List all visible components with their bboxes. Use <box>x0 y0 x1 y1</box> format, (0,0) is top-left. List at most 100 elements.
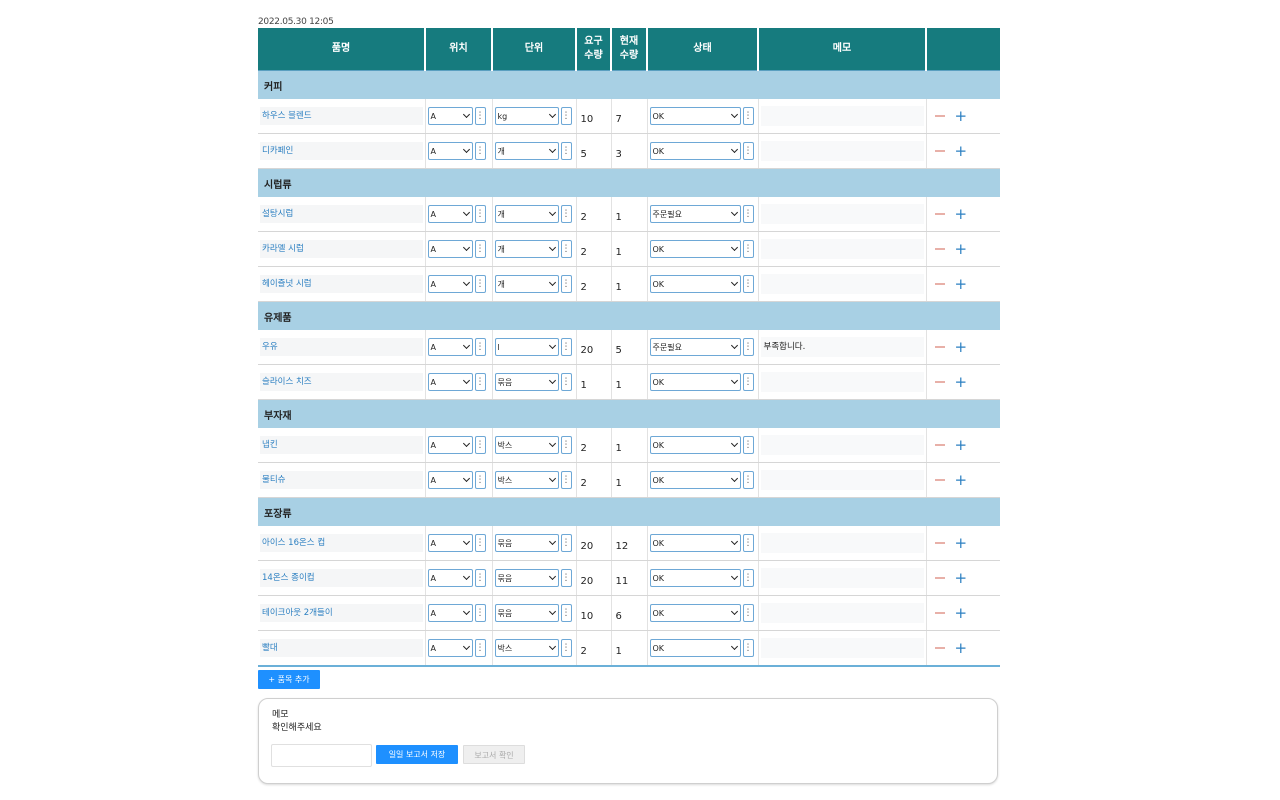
location-select[interactable]: A <box>427 142 473 160</box>
item-name-link[interactable]: 14온스 종이컵 <box>260 569 423 587</box>
more-options-icon[interactable]: ⋮ <box>742 471 754 489</box>
more-options-icon[interactable]: ⋮ <box>560 569 572 587</box>
report-input[interactable] <box>271 744 372 767</box>
item-name-link[interactable]: 디카페인 <box>260 142 423 160</box>
status-select[interactable]: OK <box>649 534 741 552</box>
save-daily-report-button[interactable]: 일일 보고서 저장 <box>376 745 458 764</box>
location-select[interactable]: A <box>427 534 473 552</box>
memo-input[interactable] <box>760 533 924 553</box>
more-options-icon[interactable]: ⋮ <box>742 205 754 223</box>
location-select[interactable]: A <box>427 569 473 587</box>
current-qty-input[interactable]: 1 <box>612 380 622 391</box>
plus-icon[interactable]: + <box>955 375 968 390</box>
unit-select[interactable]: 개 <box>494 275 559 293</box>
plus-icon[interactable]: + <box>955 144 968 159</box>
location-select[interactable]: A <box>427 338 473 356</box>
location-select[interactable]: A <box>427 205 473 223</box>
more-options-icon[interactable]: ⋮ <box>474 569 486 587</box>
memo-input[interactable] <box>760 141 924 161</box>
plus-icon[interactable]: + <box>955 473 968 488</box>
more-options-icon[interactable]: ⋮ <box>474 275 486 293</box>
minus-icon[interactable] <box>934 346 945 348</box>
memo-input[interactable] <box>760 603 924 623</box>
location-select[interactable]: A <box>427 639 473 657</box>
item-name-link[interactable]: 슬라이스 치즈 <box>260 373 423 391</box>
current-qty-input[interactable]: 5 <box>612 345 622 356</box>
memo-input[interactable] <box>760 435 924 455</box>
more-options-icon[interactable]: ⋮ <box>560 471 572 489</box>
current-qty-input[interactable]: 1 <box>612 247 622 258</box>
status-select[interactable]: 주문필요 <box>649 205 741 223</box>
more-options-icon[interactable]: ⋮ <box>742 639 754 657</box>
plus-icon[interactable]: + <box>955 571 968 586</box>
item-name-link[interactable]: 설탕시럽 <box>260 205 423 223</box>
more-options-icon[interactable]: ⋮ <box>474 373 486 391</box>
status-select[interactable]: OK <box>649 275 741 293</box>
unit-select[interactable]: l <box>494 338 559 356</box>
more-options-icon[interactable]: ⋮ <box>474 534 486 552</box>
location-select[interactable]: A <box>427 436 473 454</box>
required-qty-input[interactable]: 20 <box>577 576 594 587</box>
more-options-icon[interactable]: ⋮ <box>474 205 486 223</box>
unit-select[interactable]: 개 <box>494 205 559 223</box>
location-select[interactable]: A <box>427 604 473 622</box>
item-name-link[interactable]: 하우스 블렌드 <box>260 107 423 125</box>
more-options-icon[interactable]: ⋮ <box>560 604 572 622</box>
status-select[interactable]: 주문필요 <box>649 338 741 356</box>
more-options-icon[interactable]: ⋮ <box>560 107 572 125</box>
required-qty-input[interactable]: 5 <box>577 149 587 160</box>
plus-icon[interactable]: + <box>955 109 968 124</box>
plus-icon[interactable]: + <box>955 641 968 656</box>
required-qty-input[interactable]: 2 <box>577 247 587 258</box>
item-name-link[interactable]: 테이크아웃 2개들이 <box>260 604 423 622</box>
minus-icon[interactable] <box>934 150 945 152</box>
memo-input[interactable] <box>760 106 924 126</box>
more-options-icon[interactable]: ⋮ <box>560 240 572 258</box>
item-name-link[interactable]: 물티슈 <box>260 471 423 489</box>
more-options-icon[interactable]: ⋮ <box>560 205 572 223</box>
item-name-link[interactable]: 우유 <box>260 338 423 356</box>
location-select[interactable]: A <box>427 275 473 293</box>
item-name-link[interactable]: 아이스 16온스 컵 <box>260 534 423 552</box>
required-qty-input[interactable]: 1 <box>577 380 587 391</box>
status-select[interactable]: OK <box>649 639 741 657</box>
more-options-icon[interactable]: ⋮ <box>742 338 754 356</box>
required-qty-input[interactable]: 20 <box>577 541 594 552</box>
more-options-icon[interactable]: ⋮ <box>474 240 486 258</box>
memo-input[interactable] <box>760 274 924 294</box>
unit-select[interactable]: kg <box>494 107 559 125</box>
item-name-link[interactable]: 헤이즐넛 시럽 <box>260 275 423 293</box>
required-qty-input[interactable]: 10 <box>577 611 594 622</box>
location-select[interactable]: A <box>427 240 473 258</box>
item-name-link[interactable]: 카라멜 시럽 <box>260 240 423 258</box>
unit-select[interactable]: 묶음 <box>494 534 559 552</box>
plus-icon[interactable]: + <box>955 277 968 292</box>
minus-icon[interactable] <box>934 213 945 215</box>
plus-icon[interactable]: + <box>955 606 968 621</box>
more-options-icon[interactable]: ⋮ <box>474 604 486 622</box>
minus-icon[interactable] <box>934 479 945 481</box>
current-qty-input[interactable]: 1 <box>612 282 622 293</box>
more-options-icon[interactable]: ⋮ <box>742 569 754 587</box>
more-options-icon[interactable]: ⋮ <box>560 639 572 657</box>
more-options-icon[interactable]: ⋮ <box>474 142 486 160</box>
more-options-icon[interactable]: ⋮ <box>742 534 754 552</box>
more-options-icon[interactable]: ⋮ <box>474 107 486 125</box>
more-options-icon[interactable]: ⋮ <box>742 107 754 125</box>
minus-icon[interactable] <box>934 444 945 446</box>
plus-icon[interactable]: + <box>955 340 968 355</box>
memo-input[interactable]: 부족합니다. <box>760 337 924 357</box>
more-options-icon[interactable]: ⋮ <box>474 338 486 356</box>
required-qty-input[interactable]: 2 <box>577 478 587 489</box>
status-select[interactable]: OK <box>649 142 741 160</box>
memo-input[interactable] <box>760 470 924 490</box>
more-options-icon[interactable]: ⋮ <box>474 639 486 657</box>
current-qty-input[interactable]: 1 <box>612 478 622 489</box>
status-select[interactable]: OK <box>649 569 741 587</box>
minus-icon[interactable] <box>934 115 945 117</box>
more-options-icon[interactable]: ⋮ <box>560 436 572 454</box>
current-qty-input[interactable]: 6 <box>612 611 622 622</box>
unit-select[interactable]: 개 <box>494 240 559 258</box>
minus-icon[interactable] <box>934 248 945 250</box>
plus-icon[interactable]: + <box>955 242 968 257</box>
